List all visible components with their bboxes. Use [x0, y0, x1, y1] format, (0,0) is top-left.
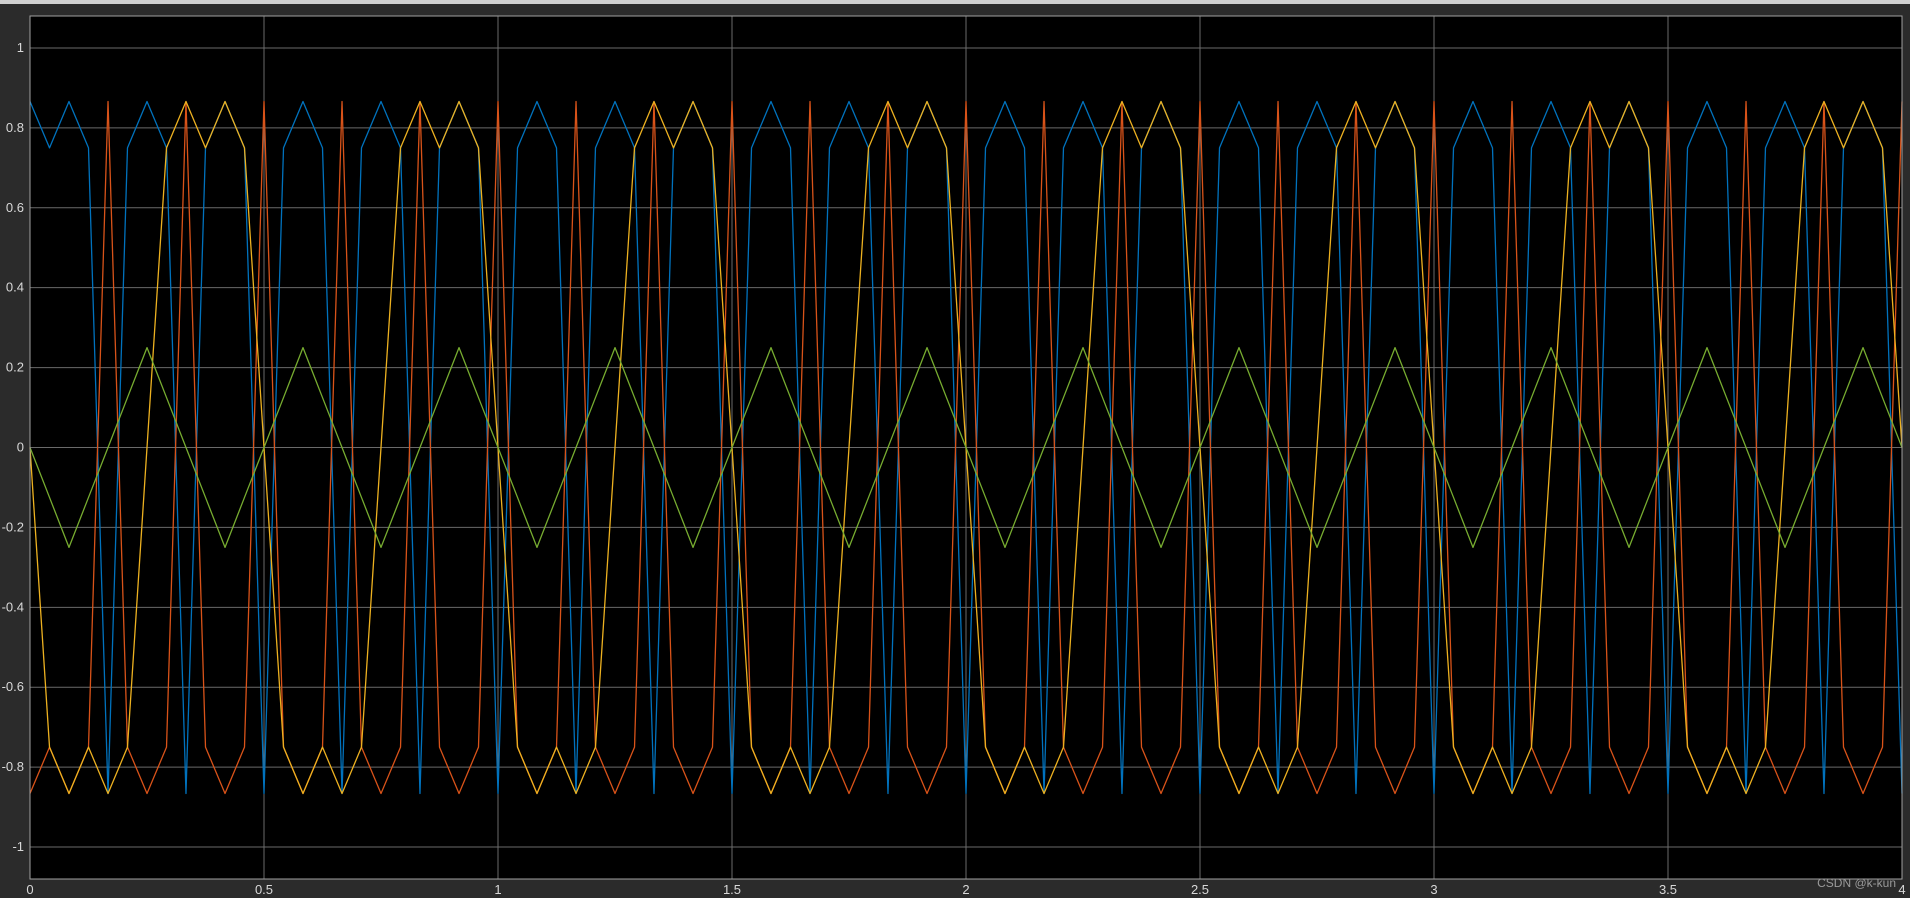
watermark: CSDN @k-kun: [1817, 876, 1896, 890]
y-tick-label: 0.4: [6, 280, 24, 295]
scope-plot: 0 0.5 1 1.5 2 2.5 3 3.5 4 1 0.8 0.6 0.4 0.2 0 -0.2 -0.4…: [0, 0, 1910, 898]
top-strip: [0, 0, 1910, 4]
x-tick-label: 0: [26, 882, 33, 897]
x-tick-label: 2.5: [1191, 882, 1209, 897]
y-tick-label: -0.4: [2, 599, 24, 614]
y-tick-label: 0.2: [6, 360, 24, 375]
y-tick-label: -0.6: [2, 679, 24, 694]
x-tick-label: 2: [962, 882, 969, 897]
x-tick-label: 1: [494, 882, 501, 897]
y-tick-label: -0.2: [2, 519, 24, 534]
x-tick-label: 1.5: [723, 882, 741, 897]
y-tick-label: -0.8: [2, 759, 24, 774]
y-tick-label: 0: [17, 440, 24, 455]
y-tick-label: -1: [12, 839, 24, 854]
x-tick-label: 0.5: [255, 882, 273, 897]
x-tick-label: 4: [1898, 882, 1905, 897]
x-tick-label: 3.5: [1659, 882, 1677, 897]
y-tick-label: 1: [17, 40, 24, 55]
x-tick-label: 3: [1430, 882, 1437, 897]
y-tick-label: 0.6: [6, 200, 24, 215]
y-tick-label: 0.8: [6, 120, 24, 135]
